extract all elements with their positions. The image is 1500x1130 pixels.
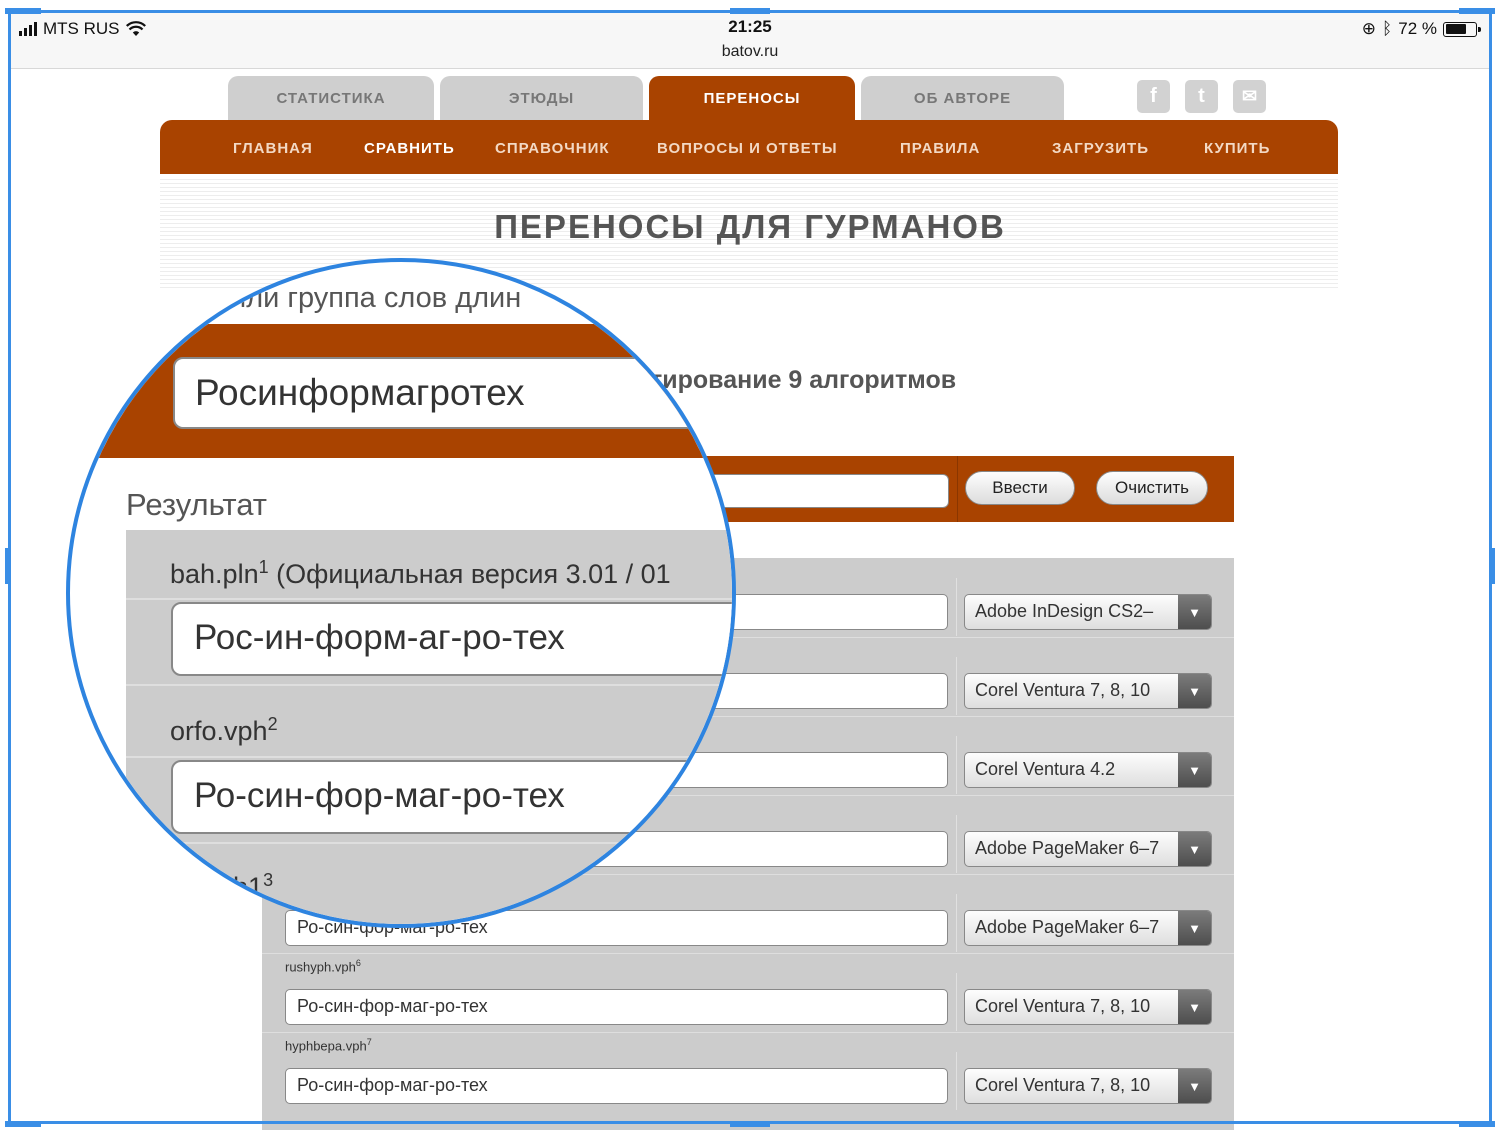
lens-row-divider [126, 756, 732, 758]
result-heading: Результат [126, 487, 267, 522]
mail-icon[interactable]: ✉ [1233, 80, 1266, 113]
status-bar: MTS RUS 21:25 batov.ru ⊕ ᛒ 72 % [11, 13, 1489, 69]
dropdown-arrow-icon[interactable]: ▼ [1178, 674, 1211, 708]
lens-result-output[interactable]: Ро-син-фор-маг-ро-тех [171, 760, 732, 834]
nav-pravila[interactable]: ПРАВИЛА [900, 140, 980, 157]
lens-row-divider [126, 842, 732, 844]
resize-handle-top-left[interactable] [5, 8, 41, 14]
section-tabs: СТАТИСТИКА ЭТЮДЫ ПЕРЕНОСЫ ОБ АВТОРЕ [228, 76, 1064, 120]
column-divider [956, 736, 957, 794]
result-label: hyphbepa.vph7 [285, 1037, 372, 1054]
orientation-lock-icon: ⊕ [1361, 19, 1377, 38]
row-divider [262, 1032, 1234, 1033]
column-divider [956, 578, 957, 636]
row-divider [262, 953, 1234, 954]
dropdown-arrow-icon[interactable]: ▼ [1178, 990, 1211, 1024]
input-divider [957, 456, 958, 522]
lens-result-output[interactable]: Рос-ин-форм-аг-ро-тех [171, 602, 732, 676]
engine-select[interactable]: Corel Ventura 7, 8, 10 [964, 1068, 1212, 1104]
column-divider [956, 1052, 957, 1110]
battery-percent: 72 % [1398, 19, 1437, 38]
tab-ob-avtore[interactable]: ОБ АВТОРЕ [861, 76, 1064, 120]
lens-dictionary-label: bah.pln1 (Официальная версия 3.01 / 01 [170, 557, 671, 589]
twitter-icon[interactable]: t [1185, 80, 1218, 113]
clock: 21:25 [728, 17, 772, 36]
lens-dictionary-label: lan.wh13 [170, 870, 274, 902]
resize-handle-bottom[interactable] [730, 1121, 770, 1127]
resize-handle-right[interactable] [1489, 548, 1495, 584]
engine-select[interactable]: Adobe PageMaker 6–7 [964, 910, 1212, 946]
tab-etyudy[interactable]: ЭТЮДЫ [440, 76, 643, 120]
dropdown-arrow-icon[interactable]: ▼ [1178, 911, 1211, 945]
page-title: ПЕРЕНОСЫ ДЛЯ ГУРМАНОВ [494, 208, 1006, 245]
enter-button[interactable]: Ввести [965, 471, 1075, 505]
engine-select[interactable]: Corel Ventura 4.2 [964, 752, 1212, 788]
magnifier-lens: или группа слов длин Росинформагротех Ре… [66, 258, 736, 928]
lens-word-input[interactable]: Росинформагротех [173, 357, 732, 429]
engine-select[interactable]: Adobe InDesign CS2– [964, 594, 1212, 630]
column-divider [956, 894, 957, 952]
column-divider [956, 815, 957, 873]
result-output[interactable]: Ро-син-фор-маг-ро-тех [285, 1068, 948, 1104]
dropdown-arrow-icon[interactable]: ▼ [1178, 1069, 1211, 1103]
nav-spravochnik[interactable]: СПРАВОЧНИК [495, 140, 610, 157]
status-right: ⊕ ᛒ 72 % [1361, 19, 1481, 39]
nav-kupit[interactable]: КУПИТЬ [1204, 140, 1270, 157]
battery-level [1445, 24, 1467, 34]
resize-handle-bottom-left[interactable] [5, 1121, 41, 1127]
result-output[interactable]: Ро-син-фор-маг-ро-тех [285, 989, 948, 1025]
nav-glavnaya[interactable]: ГЛАВНАЯ [233, 140, 313, 157]
dropdown-arrow-icon[interactable]: ▼ [1178, 753, 1211, 787]
tab-statistika[interactable]: СТАТИСТИКА [228, 76, 434, 120]
nav-sravnit[interactable]: СРАВНИТЬ [364, 140, 455, 157]
bluetooth-icon: ᛒ [1382, 19, 1393, 38]
tab-perenosy[interactable]: ПЕРЕНОСЫ [649, 76, 855, 120]
result-row: hyphbepa.vph7 Ро-син-фор-маг-ро-тех Core… [262, 1032, 1234, 1111]
facebook-icon[interactable]: f [1137, 80, 1170, 113]
nav-voprosy-i-otvety[interactable]: ВОПРОСЫ И ОТВЕТЫ [657, 140, 838, 157]
clear-button[interactable]: Очистить [1096, 471, 1208, 505]
lens-instruction-text: или группа слов длин [230, 282, 522, 314]
engine-select[interactable]: Adobe PageMaker 6–7 [964, 831, 1212, 867]
main-nav: ГЛАВНАЯ СРАВНИТЬ СПРАВОЧНИК ВОПРОСЫ И ОТ… [160, 120, 1338, 174]
column-divider [956, 973, 957, 1031]
dropdown-arrow-icon[interactable]: ▼ [1178, 832, 1211, 866]
lens-row-divider [126, 684, 732, 686]
url-label[interactable]: batov.ru [11, 43, 1489, 61]
engine-select[interactable]: Corel Ventura 7, 8, 10 [964, 673, 1212, 709]
result-row: rushyph.vph6 Ро-син-фор-маг-ро-тех Corel… [262, 953, 1234, 1032]
nav-zagruzit[interactable]: ЗАГРУЗИТЬ [1052, 140, 1149, 157]
resize-handle-left[interactable] [5, 548, 11, 584]
resize-handle-top-right[interactable] [1459, 8, 1495, 14]
result-label: rushyph.vph6 [285, 958, 361, 975]
lens-row-divider [126, 598, 732, 600]
engine-select[interactable]: Corel Ventura 7, 8, 10 [964, 989, 1212, 1025]
column-divider [956, 657, 957, 715]
social-links: f t ✉ [1137, 80, 1266, 113]
resize-handle-top[interactable] [730, 8, 770, 14]
lens-dictionary-label: orfo.vph2 [170, 714, 278, 746]
battery-icon [1443, 21, 1481, 37]
resize-handle-bottom-right[interactable] [1459, 1121, 1495, 1127]
dropdown-arrow-icon[interactable]: ▼ [1178, 595, 1211, 629]
